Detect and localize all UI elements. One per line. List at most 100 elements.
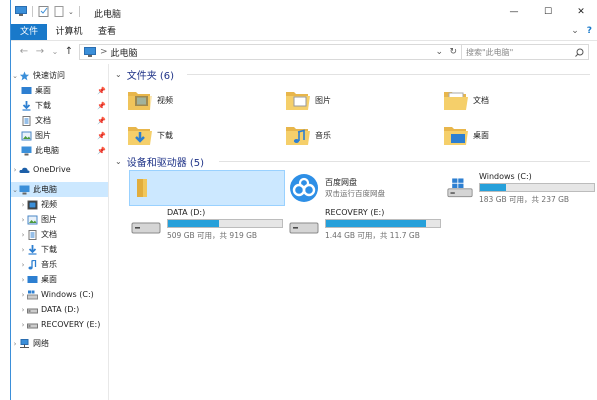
nav-pc-downloads[interactable]: › 下载 — [11, 242, 108, 257]
nav-label: 快速访问 — [33, 71, 65, 80]
nav-pc-drive-e[interactable]: › RECOVERY (E:) — [11, 317, 108, 332]
drive-usage-fill — [168, 219, 220, 227]
tab-view[interactable]: 查看 — [91, 24, 123, 40]
properties-icon[interactable] — [38, 6, 50, 17]
customize-toolbar-icon[interactable]: ⌄ — [68, 8, 74, 16]
nav-label: 下载 — [41, 245, 57, 254]
nav-downloads-pinned[interactable]: 下载 📌 — [11, 98, 108, 113]
chevron-down-icon: ⌄ — [115, 69, 122, 79]
chevron-right-icon[interactable]: › — [19, 306, 27, 314]
nav-label: RECOVERY (E:) — [41, 320, 101, 329]
chevron-down-icon[interactable]: ⌄ — [11, 186, 19, 194]
nav-pc-drive-c[interactable]: › Windows (C:) — [11, 287, 108, 302]
network-icon — [20, 338, 29, 348]
chevron-right-icon[interactable]: › — [11, 166, 19, 174]
desktop-folder-icon — [444, 127, 468, 145]
breadcrumb-separator[interactable]: > — [100, 47, 108, 57]
nav-pc-music[interactable]: › 音乐 — [11, 257, 108, 272]
download-icon — [22, 100, 31, 111]
chevron-right-icon[interactable]: › — [19, 246, 27, 254]
device-baidu-netdisk[interactable]: 百度网盘 双击运行百度网盘 — [287, 170, 445, 206]
folder-label: 桌面 — [473, 130, 489, 140]
cloud-icon — [19, 167, 30, 173]
refresh-icon[interactable]: ↻ — [449, 47, 457, 57]
search-placeholder: 搜索"此电脑" — [466, 47, 514, 57]
chevron-right-icon[interactable]: › — [19, 231, 27, 239]
device-name: 百度网盘 — [325, 178, 357, 187]
chevron-right-icon[interactable]: › — [11, 340, 19, 348]
minimize-button[interactable]: — — [499, 0, 529, 24]
drive-icon — [289, 222, 319, 234]
selected-empty-item[interactable] — [129, 170, 285, 206]
chevron-right-icon[interactable]: › — [19, 216, 27, 224]
folder-music[interactable]: 音乐 — [285, 119, 435, 151]
nav-pc-videos[interactable]: › 视频 — [11, 197, 108, 212]
device-info: 百度网盘 双击运行百度网盘 — [325, 177, 385, 199]
folder-pictures[interactable]: 图片 — [285, 84, 435, 116]
expand-ribbon-icon[interactable]: ⌄ — [571, 26, 579, 36]
drive-free-space: 183 GB 可用，共 237 GB — [479, 194, 570, 204]
content-pane: ⌄ 文件夹 (6) 视频 图片 文档 下载 音乐 桌面 ⌄ 设备和驱动器 (5)… — [111, 62, 597, 400]
address-dropdown-icon[interactable]: ⌄ — [435, 47, 443, 57]
up-button[interactable]: ↑ — [62, 45, 76, 59]
folder-desktop[interactable]: 桌面 — [443, 119, 593, 151]
forward-button[interactable]: → — [33, 45, 47, 59]
group-header-devices[interactable]: ⌄ 设备和驱动器 (5) — [115, 154, 590, 169]
chevron-right-icon[interactable]: › — [19, 201, 27, 209]
folder-label: 视频 — [157, 95, 173, 105]
nav-pc-documents[interactable]: › 文档 — [11, 227, 108, 242]
nav-this-pc[interactable]: ⌄ 此电脑 — [11, 182, 108, 197]
back-button[interactable]: ← — [17, 45, 31, 59]
folder-videos[interactable]: 视频 — [127, 84, 277, 116]
nav-desktop-pinned[interactable]: 桌面 📌 — [11, 83, 108, 98]
pin-icon: 📌 — [97, 101, 106, 110]
nav-quick-access[interactable]: ⌄ 快速访问 — [11, 68, 108, 83]
device-info: RECOVERY (E:) 1.44 GB 可用，共 11.7 GB — [325, 208, 441, 241]
nav-pc-desktop[interactable]: › 桌面 — [11, 272, 108, 287]
maximize-button[interactable]: ☐ — [533, 0, 563, 24]
chevron-right-icon[interactable]: › — [19, 276, 27, 284]
nav-label: 桌面 — [41, 275, 57, 284]
chevron-right-icon[interactable]: › — [19, 291, 27, 299]
nav-network[interactable]: › 网络 — [11, 336, 108, 351]
device-info: DATA (D:) 509 GB 可用，共 919 GB — [167, 208, 283, 241]
toolbar-separator — [78, 6, 80, 17]
pin-icon: 📌 — [97, 86, 106, 95]
tab-file[interactable]: 文件 — [11, 24, 47, 40]
computer-icon — [21, 146, 32, 155]
nav-onedrive[interactable]: › OneDrive — [11, 162, 108, 177]
chevron-right-icon[interactable]: › — [19, 261, 27, 269]
close-button[interactable]: ✕ — [566, 0, 596, 24]
folder-documents[interactable]: 文档 — [443, 84, 593, 116]
drive-icon — [27, 323, 38, 328]
device-drive-c[interactable]: Windows (C:) 183 GB 可用，共 237 GB — [445, 170, 595, 206]
device-drive-e[interactable]: RECOVERY (E:) 1.44 GB 可用，共 11.7 GB — [287, 206, 445, 242]
toolbar-separator — [32, 6, 33, 17]
new-folder-icon[interactable] — [53, 6, 65, 17]
tab-computer[interactable]: 计算机 — [49, 24, 89, 40]
document-icon — [22, 115, 31, 126]
chevron-right-icon[interactable]: › — [19, 321, 27, 329]
breadcrumb-this-pc[interactable]: 此电脑 — [111, 46, 138, 59]
back-arrow-icon: ← — [19, 46, 29, 57]
title-bar[interactable]: ⌄ 此电脑 — ☐ ✕ — [11, 0, 597, 24]
chevron-down-icon: ⌄ — [115, 156, 122, 166]
group-header-folders[interactable]: ⌄ 文件夹 (6) — [115, 67, 590, 82]
address-row: ← → ⌄ ↑ > 此电脑 ⌄ ↻ 搜索"此电脑" — [11, 40, 597, 62]
baidu-netdisk-icon — [290, 174, 318, 202]
nav-pc-drive-d[interactable]: › DATA (D:) — [11, 302, 108, 317]
help-icon[interactable]: ? — [587, 26, 592, 36]
forward-arrow-icon: → — [35, 46, 45, 57]
nav-this-pc-pinned[interactable]: 此电脑 📌 — [11, 143, 108, 158]
recent-locations-button[interactable]: ⌄ — [48, 45, 62, 59]
nav-documents-pinned[interactable]: 文档 📌 — [11, 113, 108, 128]
nav-pc-pictures[interactable]: › 图片 — [11, 212, 108, 227]
search-box[interactable]: 搜索"此电脑" — [461, 44, 589, 60]
nav-pictures-pinned[interactable]: 图片 📌 — [11, 128, 108, 143]
drive-free-space: 509 GB 可用，共 919 GB — [167, 230, 258, 240]
device-drive-d[interactable]: DATA (D:) 509 GB 可用，共 919 GB — [129, 206, 285, 242]
chevron-down-icon[interactable]: ⌄ — [11, 72, 19, 80]
address-bar[interactable]: > 此电脑 ⌄ ↻ — [79, 44, 462, 60]
device-info: Windows (C:) 183 GB 可用，共 237 GB — [479, 172, 595, 205]
folder-downloads[interactable]: 下载 — [127, 119, 277, 151]
